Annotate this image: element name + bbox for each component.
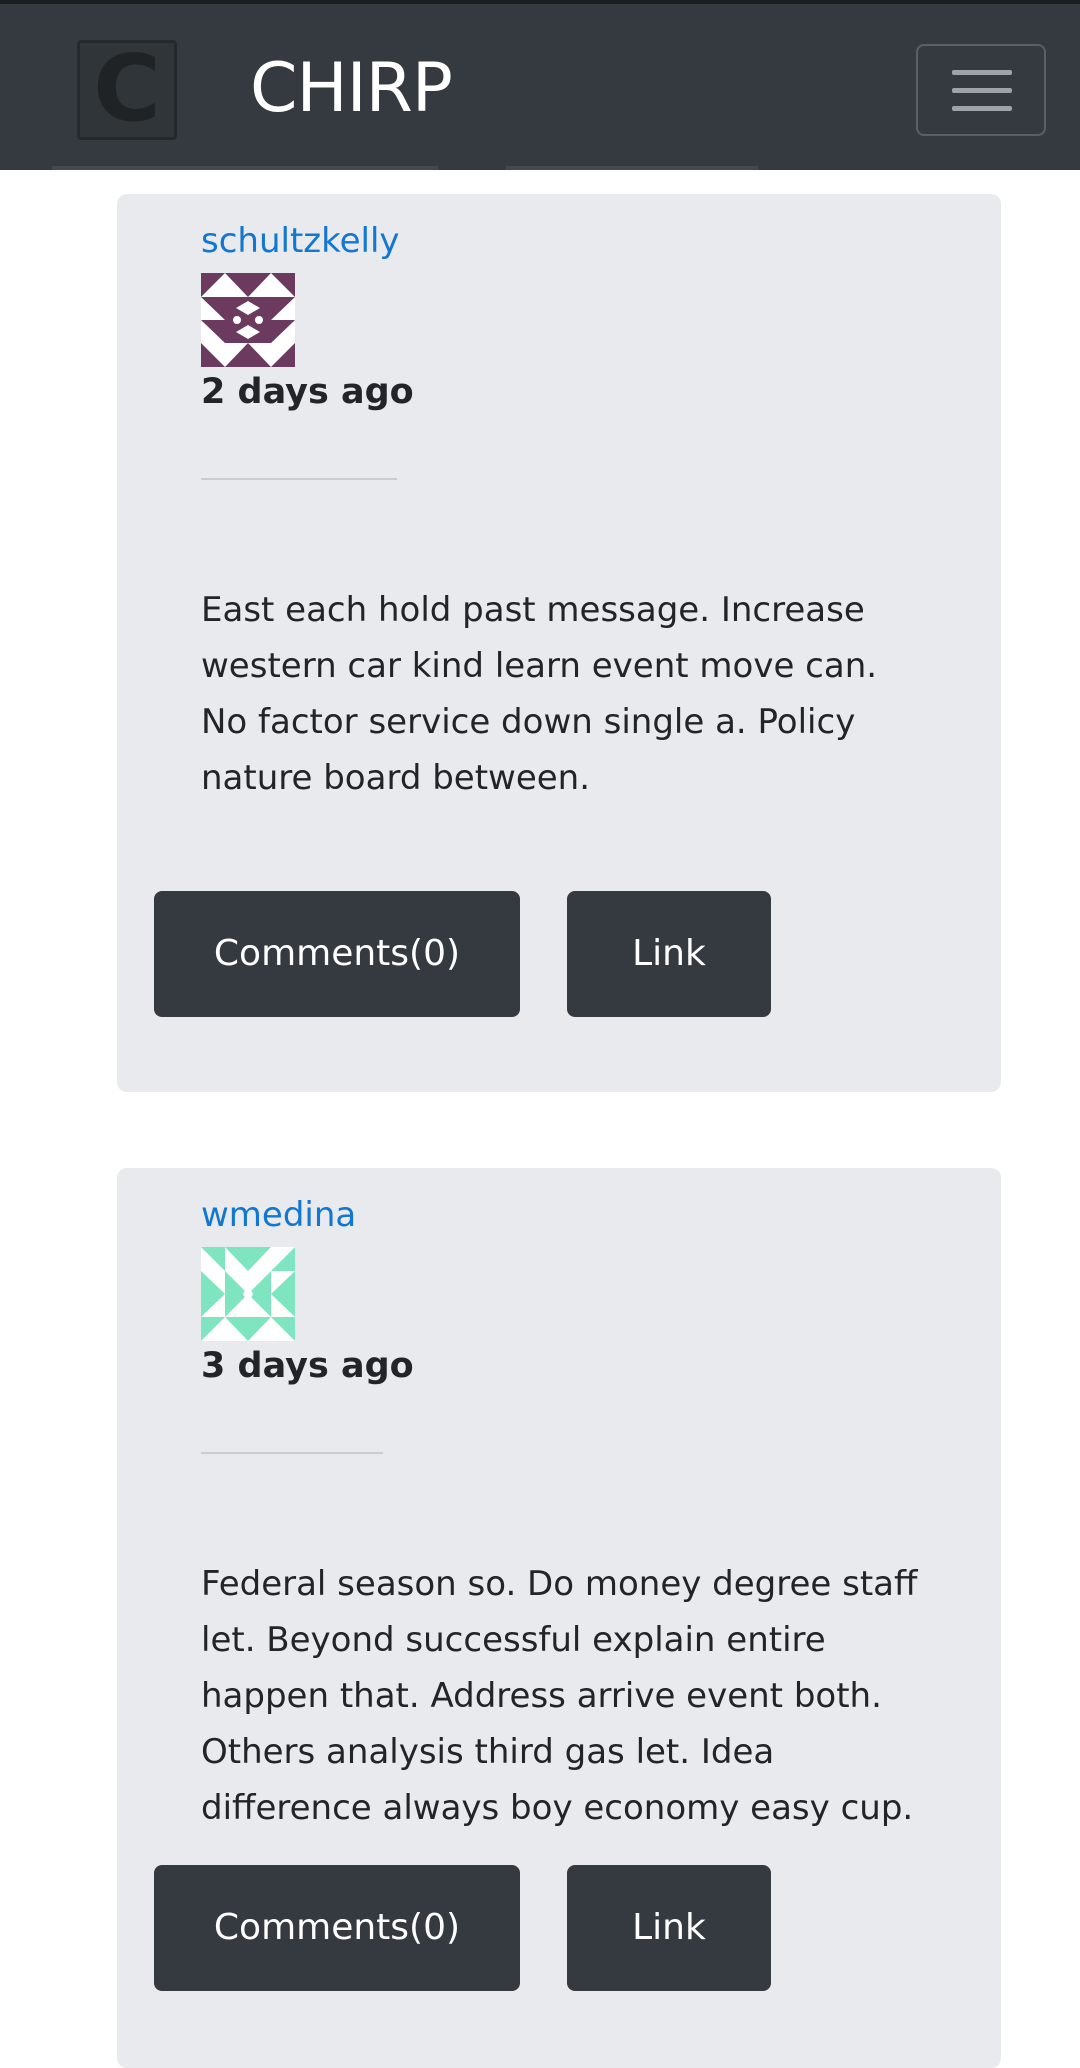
identicon-avatar-icon [201, 273, 295, 367]
post-body: East each hold past message. Increase we… [201, 590, 878, 798]
menu-toggle-button[interactable] [916, 44, 1046, 136]
post-author-link[interactable]: schultzkelly [201, 220, 400, 262]
link-button[interactable]: Link [567, 891, 771, 1017]
nav-divider [52, 166, 438, 170]
nav-divider [506, 166, 758, 170]
top-navbar: C CHIRP [0, 0, 1080, 170]
post-card: schultzkelly 2 days ago East each hold p… [117, 194, 1001, 1092]
brand-logo[interactable]: C [77, 40, 177, 140]
brand-logo-letter: C [93, 40, 161, 140]
brand-name[interactable]: CHIRP [250, 44, 453, 134]
post-divider [201, 1452, 383, 1454]
post-divider [201, 478, 397, 480]
post-card: wmedina 3 days ago Federal season so. Do… [117, 1168, 1001, 2068]
comments-button[interactable]: Comments(0) [154, 891, 520, 1017]
identicon-avatar-icon [201, 1247, 295, 1341]
link-button[interactable]: Link [567, 1865, 771, 1991]
comments-button[interactable]: Comments(0) [154, 1865, 520, 1991]
post-timestamp: 2 days ago [201, 372, 414, 412]
post-author-link[interactable]: wmedina [201, 1194, 356, 1236]
post-body: Federal season so. Do money degree staff… [201, 1564, 918, 1828]
post-timestamp: 3 days ago [201, 1346, 414, 1386]
user-avatar[interactable] [201, 1247, 295, 1341]
user-avatar[interactable] [201, 273, 295, 367]
hamburger-icon [952, 70, 1012, 75]
